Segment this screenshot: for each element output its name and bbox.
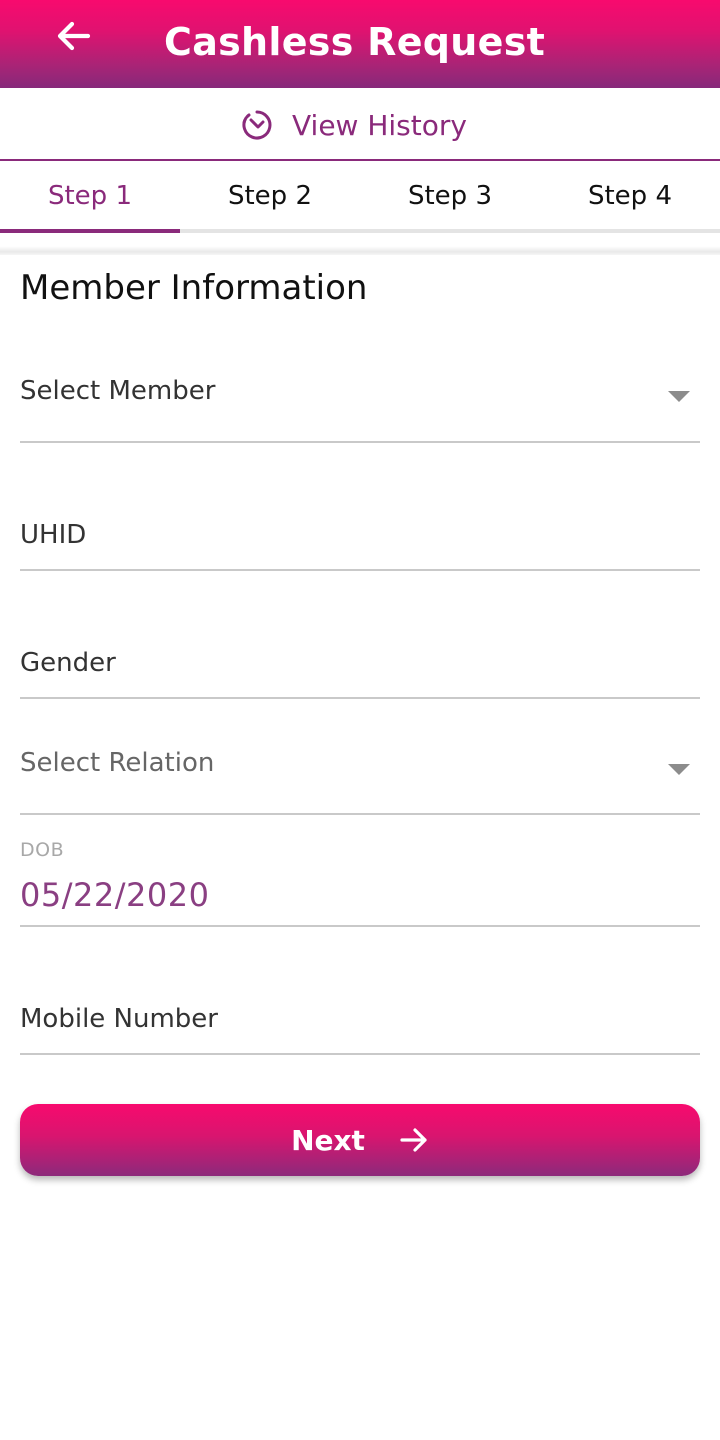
tab-shadow-divider — [0, 233, 720, 255]
app-header: Cashless Request — [0, 0, 720, 88]
history-clock-icon — [240, 108, 274, 142]
uhid-field[interactable]: UHID — [20, 500, 700, 571]
mobile-number-field[interactable]: Mobile Number — [20, 984, 700, 1055]
tab-step-3[interactable]: Step 3 — [360, 163, 540, 229]
dropdown-arrow-icon[interactable] — [668, 764, 690, 775]
gender-field[interactable]: Gender — [20, 628, 700, 699]
select-relation-dropdown[interactable]: Select Relation — [20, 730, 700, 815]
select-member-dropdown[interactable]: Select Member — [20, 350, 700, 443]
next-button[interactable]: Next — [20, 1104, 700, 1176]
back-button[interactable] — [50, 16, 98, 60]
section-title: Member Information — [20, 268, 368, 308]
page-title: Cashless Request — [164, 20, 546, 64]
step-tabs: Step 1 Step 2 Step 3 Step 4 — [0, 163, 720, 233]
select-member-label: Select Member — [20, 376, 216, 406]
history-bar: View History — [0, 88, 720, 161]
view-history-link[interactable]: View History — [240, 105, 467, 145]
mobile-number-label: Mobile Number — [20, 1004, 218, 1034]
view-history-label: View History — [292, 108, 467, 142]
gender-label: Gender — [20, 648, 116, 678]
tab-step-4[interactable]: Step 4 — [540, 163, 720, 229]
arrow-left-icon — [54, 16, 94, 60]
dob-value: 05/22/2020 — [20, 876, 210, 914]
tab-step-2[interactable]: Step 2 — [180, 163, 360, 229]
tab-step-1[interactable]: Step 1 — [0, 163, 180, 229]
arrow-right-icon — [399, 1125, 429, 1155]
dropdown-arrow-icon[interactable] — [668, 391, 690, 402]
next-button-label: Next — [291, 1123, 365, 1157]
select-relation-label: Select Relation — [20, 748, 215, 778]
dob-field[interactable]: DOB 05/22/2020 — [20, 830, 700, 927]
uhid-label: UHID — [20, 520, 87, 550]
dob-label: DOB — [20, 839, 65, 861]
